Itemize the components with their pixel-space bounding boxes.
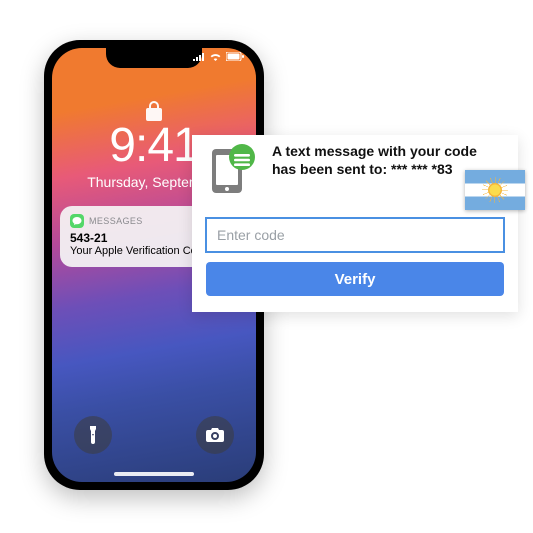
- verification-card: A text message with your code has been s…: [192, 135, 518, 312]
- flashlight-button[interactable]: [74, 416, 112, 454]
- verify-button[interactable]: Verify: [206, 262, 504, 296]
- wifi-icon: [209, 52, 222, 64]
- sms-device-icon: [206, 143, 260, 200]
- home-indicator: [114, 472, 194, 476]
- notification-app-label: MESSAGES: [89, 216, 143, 226]
- argentina-flag-icon: [465, 170, 525, 210]
- status-bar: [52, 52, 256, 64]
- camera-button[interactable]: [196, 416, 234, 454]
- sun-of-may-icon: [488, 183, 502, 197]
- messages-app-icon: [70, 214, 84, 228]
- signal-icon: [193, 52, 205, 64]
- verification-code-input[interactable]: [206, 218, 504, 252]
- battery-icon: [226, 52, 244, 64]
